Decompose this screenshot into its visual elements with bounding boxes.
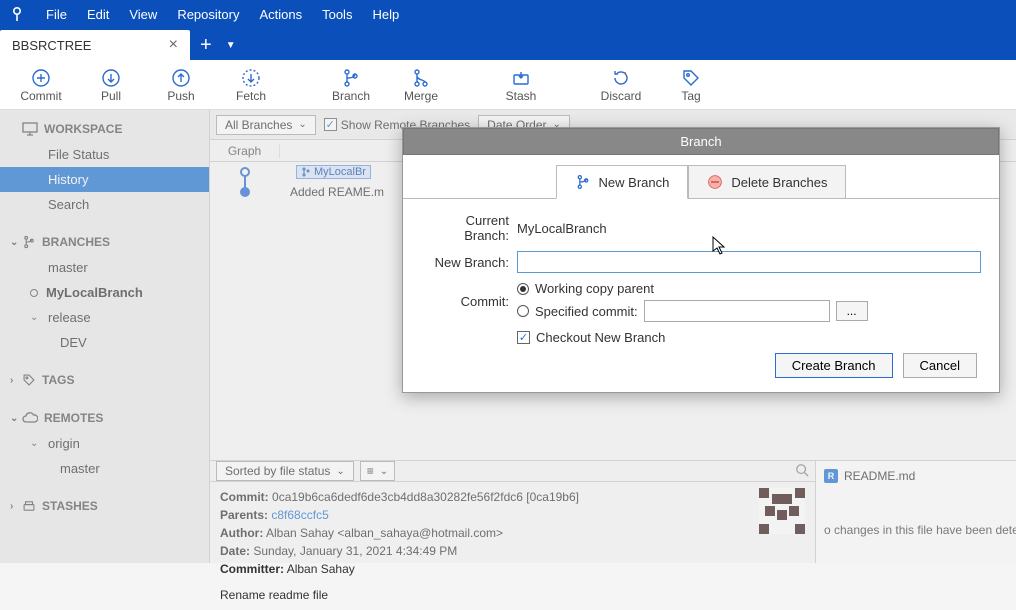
stash-label: Stash — [506, 89, 537, 103]
new-branch-input[interactable] — [517, 251, 981, 273]
fetch-label: Fetch — [236, 89, 266, 103]
branch-icon — [341, 67, 361, 89]
menu-actions[interactable]: Actions — [249, 7, 312, 22]
commit-option-label: Commit: — [421, 294, 517, 309]
fetch-icon — [241, 67, 261, 89]
pull-label: Pull — [101, 89, 121, 103]
dialog-tabs: New Branch Delete Branches — [403, 155, 999, 199]
discard-icon — [611, 67, 631, 89]
commit-button[interactable]: Commit — [6, 60, 76, 110]
new-branch-label: New Branch: — [421, 255, 517, 270]
menu-file[interactable]: File — [36, 7, 77, 22]
commit-icon — [31, 67, 51, 89]
tag-icon — [681, 67, 701, 89]
merge-button[interactable]: Merge — [386, 60, 456, 110]
checkbox-icon: ✓ — [517, 331, 530, 344]
tab-delete-branches[interactable]: Delete Branches — [688, 165, 846, 199]
new-tab-button[interactable]: + — [190, 30, 222, 60]
create-branch-button[interactable]: Create Branch — [775, 353, 893, 378]
fetch-button[interactable]: Fetch — [216, 60, 286, 110]
current-branch-label: Current Branch: — [421, 213, 517, 243]
tab-bar: BBSRCTREE × + ▼ — [0, 28, 1016, 60]
radio-icon — [517, 305, 529, 317]
menu-bar: File Edit View Repository Actions Tools … — [0, 0, 1016, 28]
committer-label: Committer: — [220, 562, 284, 576]
menu-view[interactable]: View — [119, 7, 167, 22]
discard-button[interactable]: Discard — [586, 60, 656, 110]
current-branch-value: MyLocalBranch — [517, 221, 607, 236]
branch-button[interactable]: Branch — [316, 60, 386, 110]
branch-dialog: Branch New Branch Delete Branches Curren… — [402, 127, 1000, 393]
discard-label: Discard — [601, 89, 642, 103]
pull-icon — [101, 67, 121, 89]
merge-icon — [411, 67, 431, 89]
toolbar: Commit Pull Push Fetch Branch Merge Stas… — [0, 60, 1016, 110]
tab-new-branch[interactable]: New Branch — [556, 165, 689, 199]
push-label: Push — [167, 89, 194, 103]
dialog-body: Current Branch: MyLocalBranch New Branch… — [403, 198, 999, 392]
specified-commit-input[interactable] — [644, 300, 830, 322]
menu-tools[interactable]: Tools — [312, 7, 362, 22]
commit-label: Commit — [20, 89, 61, 103]
tab-dropdown-icon[interactable]: ▼ — [222, 30, 240, 60]
stash-button[interactable]: Stash — [486, 60, 556, 110]
repo-tab[interactable]: BBSRCTREE × — [0, 30, 190, 60]
push-icon — [171, 67, 191, 89]
pull-button[interactable]: Pull — [76, 60, 146, 110]
merge-label: Merge — [404, 89, 438, 103]
radio-working-copy[interactable]: Working copy parent — [517, 281, 654, 296]
radio-working-label: Working copy parent — [535, 281, 654, 296]
checkout-label: Checkout New Branch — [536, 330, 665, 345]
radio-specified-label: Specified commit: — [535, 304, 638, 319]
push-button[interactable]: Push — [146, 60, 216, 110]
app-icon — [6, 3, 28, 25]
menu-edit[interactable]: Edit — [77, 7, 119, 22]
menu-help[interactable]: Help — [362, 7, 409, 22]
committer-value: Alban Sahay — [287, 562, 355, 576]
commit-message-full: Rename readme file — [220, 586, 805, 604]
tag-label: Tag — [681, 89, 700, 103]
cancel-button[interactable]: Cancel — [903, 353, 977, 378]
branch-label: Branch — [332, 89, 370, 103]
menu-repository[interactable]: Repository — [167, 7, 249, 22]
close-icon[interactable]: × — [169, 36, 178, 54]
stash-icon — [511, 67, 531, 89]
browse-commit-button[interactable]: ... — [836, 301, 868, 321]
checkout-checkbox[interactable]: ✓ Checkout New Branch — [517, 330, 665, 345]
tab-new-label: New Branch — [599, 175, 670, 190]
radio-icon — [517, 283, 529, 295]
repo-tab-label: BBSRCTREE — [12, 38, 91, 53]
tag-button[interactable]: Tag — [656, 60, 726, 110]
tab-delete-label: Delete Branches — [731, 175, 827, 190]
dialog-title: Branch — [403, 128, 999, 155]
radio-specified-commit[interactable]: Specified commit: ... — [517, 300, 868, 322]
